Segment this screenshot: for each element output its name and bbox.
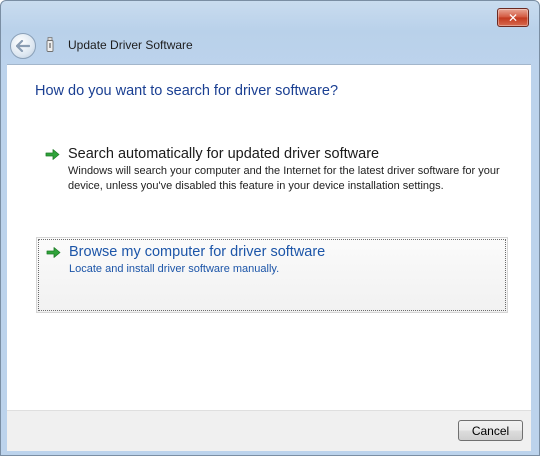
close-button[interactable]: ✕ <box>497 8 529 27</box>
back-arrow-icon <box>16 40 30 52</box>
button-bar: Cancel <box>7 410 531 451</box>
back-button[interactable] <box>10 33 36 59</box>
option-browse-computer[interactable]: Browse my computer for driver software L… <box>36 237 508 313</box>
close-icon: ✕ <box>507 10 519 25</box>
window-title: Update Driver Software <box>68 38 193 52</box>
option-search-automatically[interactable]: Search automatically for updated driver … <box>36 140 508 200</box>
wizard-content: How do you want to search for driver sof… <box>7 64 531 410</box>
device-icon <box>46 37 54 52</box>
option-description: Locate and install driver software manua… <box>69 263 280 275</box>
cancel-button[interactable]: Cancel <box>458 420 523 441</box>
green-arrow-icon <box>46 247 61 258</box>
option-description: Windows will search your computer and th… <box>68 165 500 192</box>
green-arrow-icon <box>45 149 60 160</box>
title-bar: ✕ Update Driver Software <box>1 1 539 65</box>
page-heading: How do you want to search for driver sof… <box>35 83 339 99</box>
update-driver-window: ✕ Update Driver Software How do you want… <box>0 0 540 456</box>
option-title: Search automatically for updated driver … <box>68 146 380 162</box>
option-title: Browse my computer for driver software <box>69 244 326 260</box>
